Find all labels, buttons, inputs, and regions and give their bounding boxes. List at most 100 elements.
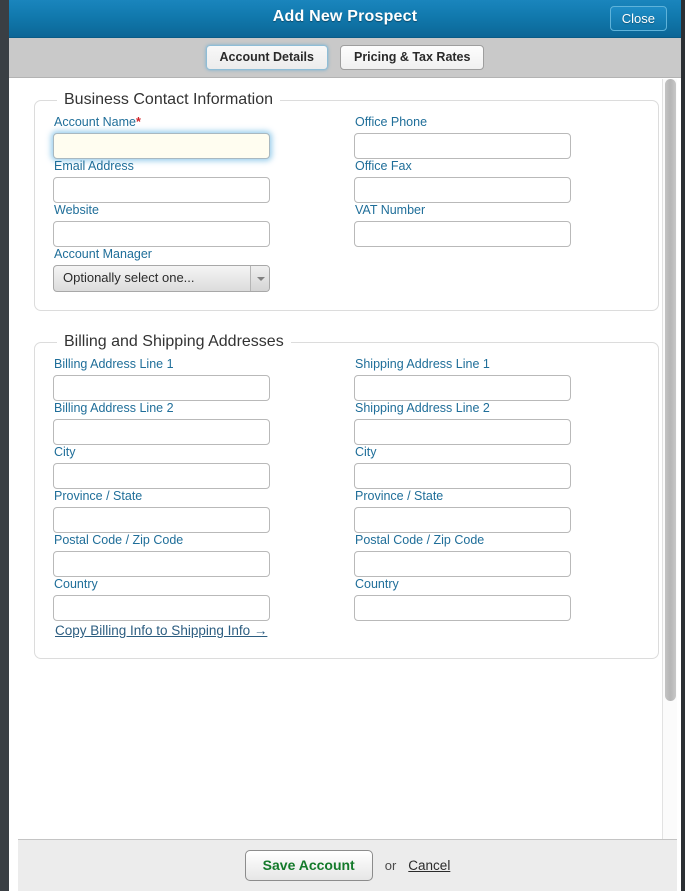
label-text: Email Address — [54, 159, 134, 173]
field-row: Account Manager Optionally select one... — [53, 247, 640, 292]
field-right-shipping-address-line-1: Shipping Address Line 1 — [354, 357, 571, 401]
section-business-contact-information: Business Contact Information Account Name… — [34, 91, 659, 311]
input-office-phone[interactable] — [354, 133, 571, 159]
input-city[interactable] — [354, 463, 571, 489]
label-billing-address-line-2: Billing Address Line 2 — [54, 401, 270, 415]
copy-billing-to-shipping-link[interactable]: Copy Billing Info to Shipping Info → — [55, 623, 267, 638]
vertical-scrollbar-thumb[interactable] — [665, 79, 676, 701]
section-legend: Business Contact Information — [64, 91, 273, 108]
input-account-name[interactable] — [53, 133, 270, 159]
input-vat-number[interactable] — [354, 221, 571, 247]
field-left-billing-address-line-1: Billing Address Line 1 — [53, 357, 270, 401]
field-group: Office Phone — [354, 115, 571, 159]
label-account-manager: Account Manager — [54, 247, 270, 261]
label-postal-code-zip-code: Postal Code / Zip Code — [355, 533, 571, 547]
field-left-website: Website — [53, 203, 270, 247]
label-text: Country — [355, 577, 399, 591]
field-right-postal-code-zip-code: Postal Code / Zip Code — [354, 533, 571, 577]
label-text: Shipping Address Line 2 — [355, 401, 490, 415]
field-left-country: Country — [53, 577, 270, 621]
input-billing-address-line-1[interactable] — [53, 375, 270, 401]
field-left-account-name: Account Name* — [53, 115, 270, 159]
field-group: Website — [53, 203, 270, 247]
modal-titlebar: Add New Prospect Close — [9, 0, 681, 38]
field-group: Email Address — [53, 159, 270, 203]
input-province-state[interactable] — [354, 507, 571, 533]
input-shipping-address-line-2[interactable] — [354, 419, 571, 445]
label-billing-address-line-1: Billing Address Line 1 — [54, 357, 270, 371]
form-scroll-area: Business Contact Information Account Name… — [18, 79, 677, 839]
field-right-country: Country — [354, 577, 571, 621]
field-right-province-state: Province / State — [354, 489, 571, 533]
label-text: Postal Code / Zip Code — [355, 533, 485, 547]
input-website[interactable] — [53, 221, 270, 247]
section-billing-and-shipping-addresses: Billing and Shipping Addresses Billing Ad… — [34, 333, 659, 659]
footer-or-label: or — [384, 858, 397, 873]
close-button[interactable]: Close — [609, 6, 667, 31]
field-left-postal-code-zip-code: Postal Code / Zip Code — [53, 533, 270, 577]
save-account-button[interactable]: Save Account — [244, 850, 373, 881]
label-office-phone: Office Phone — [355, 115, 571, 129]
field-row: Website VAT Number — [53, 203, 640, 247]
field-group: Office Fax — [354, 159, 571, 203]
select-account-manager[interactable]: Optionally select one... — [53, 265, 270, 292]
field-row: Billing Address Line 1 Shipping Address L… — [53, 357, 640, 401]
tab-toolbar: Account Details Pricing & Tax Rates — [9, 38, 681, 78]
label-website: Website — [54, 203, 270, 217]
field-group: Billing Address Line 1 — [53, 357, 270, 401]
input-country[interactable] — [53, 595, 270, 621]
label-office-fax: Office Fax — [355, 159, 571, 173]
cancel-link[interactable]: Cancel — [408, 858, 450, 873]
input-postal-code-zip-code[interactable] — [53, 551, 270, 577]
field-row: Province / State Province / State — [53, 489, 640, 533]
field-row: Account Name* Office Phone — [53, 115, 640, 159]
chevron-down-icon[interactable] — [250, 266, 269, 291]
label-country: Country — [355, 577, 571, 591]
label-text: Billing Address Line 1 — [54, 357, 174, 371]
label-postal-code-zip-code: Postal Code / Zip Code — [54, 533, 270, 547]
input-country[interactable] — [354, 595, 571, 621]
field-row: Billing Address Line 2 Shipping Address L… — [53, 401, 640, 445]
section-legend: Billing and Shipping Addresses — [64, 333, 284, 350]
label-text: Billing Address Line 2 — [54, 401, 174, 415]
label-email-address: Email Address — [54, 159, 270, 173]
label-text: Account Manager — [54, 247, 152, 261]
required-asterisk: * — [135, 115, 141, 129]
field-group: Province / State — [53, 489, 270, 533]
input-office-fax[interactable] — [354, 177, 571, 203]
label-account-name: Account Name* — [54, 115, 270, 129]
label-text: Office Phone — [355, 115, 428, 129]
field-group: Postal Code / Zip Code — [354, 533, 571, 577]
label-text: Postal Code / Zip Code — [54, 533, 184, 547]
field-right-office-phone: Office Phone — [354, 115, 571, 159]
input-city[interactable] — [53, 463, 270, 489]
field-right-city: City — [354, 445, 571, 489]
select-selected-value: Optionally select one... — [63, 270, 195, 285]
field-group: Shipping Address Line 1 — [354, 357, 571, 401]
label-text: City — [54, 445, 76, 459]
field-group: Account Manager Optionally select one... — [53, 247, 270, 292]
modal-window: Add New Prospect Close Account Details Pr… — [0, 0, 685, 891]
label-shipping-address-line-1: Shipping Address Line 1 — [355, 357, 571, 371]
tab-account-details[interactable]: Account Details — [205, 45, 328, 70]
modal-title: Add New Prospect — [272, 8, 418, 25]
label-province-state: Province / State — [355, 489, 571, 503]
label-text: Website — [54, 203, 99, 217]
tab-pricing-tax-rates[interactable]: Pricing & Tax Rates — [339, 45, 485, 70]
input-postal-code-zip-code[interactable] — [354, 551, 571, 577]
label-shipping-address-line-2: Shipping Address Line 2 — [355, 401, 571, 415]
input-shipping-address-line-1[interactable] — [354, 375, 571, 401]
vertical-scrollbar-track[interactable] — [662, 79, 677, 839]
input-email-address[interactable] — [53, 177, 270, 203]
label-text: VAT Number — [355, 203, 426, 217]
field-left-city: City — [53, 445, 270, 489]
field-right-office-fax: Office Fax — [354, 159, 571, 203]
field-group: Shipping Address Line 2 — [354, 401, 571, 445]
field-row: Postal Code / Zip Code Postal Code / Zip … — [53, 533, 640, 577]
input-billing-address-line-2[interactable] — [53, 419, 270, 445]
field-right-shipping-address-line-2: Shipping Address Line 2 — [354, 401, 571, 445]
modal-footer: Save Account or Cancel — [18, 839, 677, 891]
field-row: City City — [53, 445, 640, 489]
label-city: City — [355, 445, 571, 459]
input-province-state[interactable] — [53, 507, 270, 533]
